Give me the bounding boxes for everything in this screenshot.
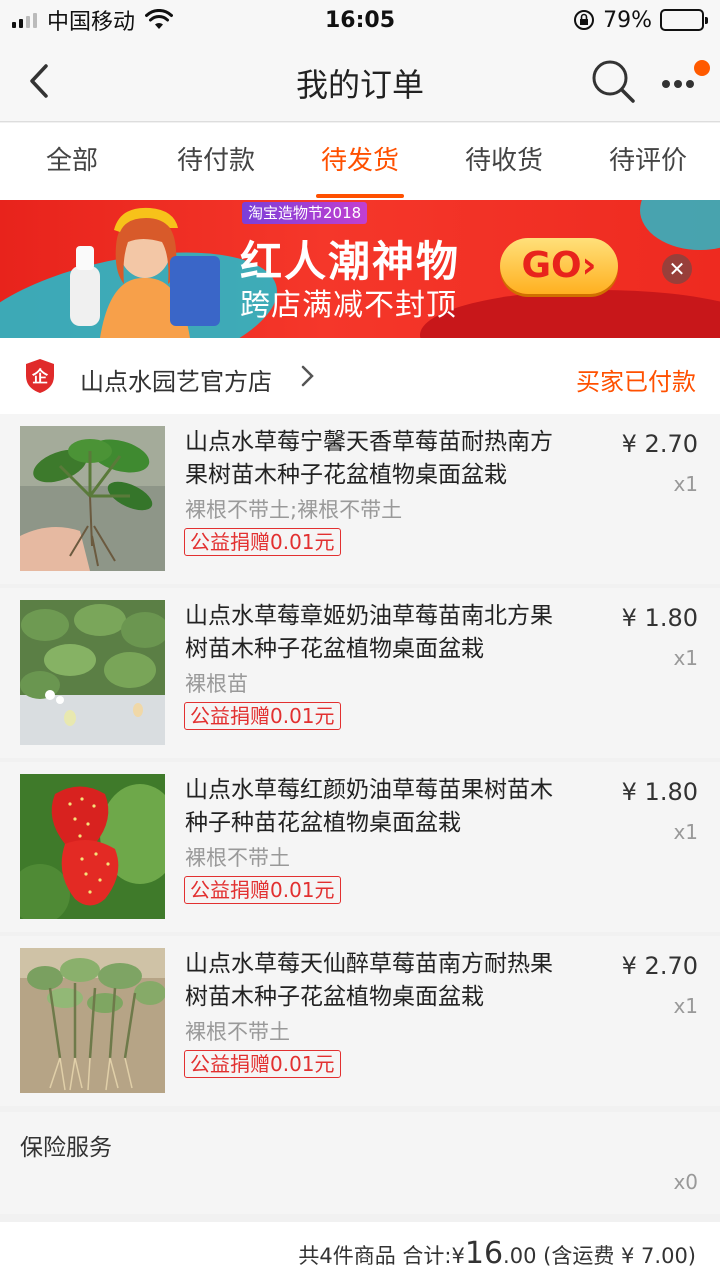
chevron-right-icon[interactable] — [298, 364, 316, 388]
item-count: 共4件商品 — [298, 1244, 396, 1268]
product-quantity: x1 — [673, 994, 698, 1018]
order-item[interactable]: 山点水草莓章姬奶油草莓苗南北方果树苗木种子花盆植物桌面盆栽 裸根苗 公益捐赠0.… — [0, 588, 720, 758]
nav-bar: 我的订单 — [0, 40, 720, 122]
product-image — [20, 600, 165, 745]
shop-header[interactable]: 企 山点水园艺官方店 买家已付款 — [0, 338, 720, 414]
charity-badge: 公益捐赠0.01元 — [184, 876, 341, 904]
close-icon[interactable]: ✕ — [662, 254, 692, 284]
insurance-service[interactable]: 保险服务 x0 — [0, 1112, 720, 1214]
product-spec: 裸根不带土;裸根不带土 — [185, 498, 403, 522]
product-spec: 裸根不带土 — [185, 1020, 290, 1044]
product-spec: 裸根不带土 — [185, 846, 290, 870]
total-amount-integer: 16 — [464, 1236, 504, 1271]
product-image — [20, 774, 165, 919]
shop-badge-icon: 企 — [26, 359, 54, 393]
product-image — [20, 948, 165, 1093]
product-title: 山点水草莓宁馨天香草莓苗耐热南方果树苗木种子花盆植物桌面盆栽 — [185, 429, 553, 488]
order-item[interactable]: 山点水草莓红颜奶油草莓苗果树苗木种子种苗花盆植物桌面盆栽 裸根不带土 公益捐赠0… — [0, 762, 720, 932]
shipping-fee: (含运费 ¥ 7.00) — [543, 1244, 696, 1268]
tab-pending-receipt[interactable]: 待收货 — [432, 123, 576, 200]
battery-percent: 79% — [603, 7, 652, 33]
status-left: 中国移动 — [12, 4, 174, 36]
rotation-lock-icon — [574, 10, 595, 30]
shop-name[interactable]: 山点水园艺官方店 — [80, 362, 272, 397]
product-image — [20, 426, 165, 571]
status-right: 79% — [573, 7, 708, 33]
wifi-icon — [145, 9, 174, 29]
charity-badge: 公益捐赠0.01元 — [184, 528, 341, 556]
tab-all[interactable]: 全部 — [0, 123, 144, 200]
banner-model-image — [70, 207, 220, 338]
search-icon[interactable] — [590, 58, 636, 104]
banner-subtitle: 跨店满减不封顶 — [240, 288, 457, 323]
product-title: 山点水草莓天仙醉草莓苗南方耐热果树苗木种子花盆植物桌面盆栽 — [185, 951, 553, 1010]
product-price: ¥ 1.80 — [621, 604, 698, 632]
product-quantity: x1 — [673, 646, 698, 670]
product-price: ¥ 2.70 — [621, 430, 698, 458]
svg-text:企: 企 — [31, 367, 49, 386]
signal-icon — [12, 12, 37, 28]
product-price: ¥ 2.70 — [621, 952, 698, 980]
currency-symbol: ¥ — [451, 1244, 465, 1268]
product-title: 山点水草莓红颜奶油草莓苗果树苗木种子种苗花盆植物桌面盆栽 — [185, 777, 553, 836]
insurance-label: 保险服务 — [20, 1135, 112, 1161]
battery-icon — [660, 9, 708, 31]
carrier-name: 中国移动 — [47, 10, 136, 35]
banner-tag: 淘宝造物节2018 — [242, 202, 368, 224]
banner-decoration — [640, 200, 720, 250]
banner-decoration — [420, 290, 720, 338]
status-bar: 中国移动 16:05 79% — [0, 0, 720, 40]
charity-badge: 公益捐赠0.01元 — [184, 1050, 341, 1078]
order-tabs: 全部 待付款 待发货 待收货 待评价 — [0, 123, 720, 200]
tab-pending-review[interactable]: 待评价 — [576, 123, 720, 200]
order-item[interactable]: 山点水草莓宁馨天香草莓苗耐热南方果树苗木种子花盆植物桌面盆栽 裸根不带土;裸根不… — [0, 414, 720, 584]
tab-pending-shipment[interactable]: 待发货 — [288, 123, 432, 200]
banner-go-button[interactable]: GO› — [500, 238, 618, 294]
notification-dot — [694, 60, 710, 76]
total-label: 合计: — [402, 1244, 452, 1268]
product-quantity: x1 — [673, 820, 698, 844]
order-item[interactable]: 山点水草莓天仙醉草莓苗南方耐热果树苗木种子花盆植物桌面盆栽 裸根不带土 公益捐赠… — [0, 936, 720, 1106]
order-total: 共4件商品 合计:¥16.00 (含运费 ¥ 7.00) — [0, 1222, 720, 1280]
chevron-right-icon: › — [581, 245, 597, 286]
product-quantity: x1 — [673, 472, 698, 496]
promo-banner[interactable]: 淘宝造物节2018 红人潮神物 跨店满减不封顶 GO› ✕ — [0, 200, 720, 338]
product-spec: 裸根苗 — [185, 672, 248, 696]
total-line: 共4件商品 合计:¥16.00 (含运费 ¥ 7.00) — [298, 1236, 696, 1271]
charity-badge: 公益捐赠0.01元 — [184, 702, 341, 730]
product-title: 山点水草莓章姬奶油草莓苗南北方果树苗木种子花盆植物桌面盆栽 — [185, 603, 553, 662]
tab-pending-payment[interactable]: 待付款 — [144, 123, 288, 200]
total-amount-decimal: .00 — [503, 1244, 537, 1268]
insurance-quantity: x0 — [673, 1170, 698, 1194]
order-status: 买家已付款 — [576, 368, 696, 396]
banner-go-label: GO — [521, 245, 582, 286]
product-price: ¥ 1.80 — [621, 778, 698, 806]
